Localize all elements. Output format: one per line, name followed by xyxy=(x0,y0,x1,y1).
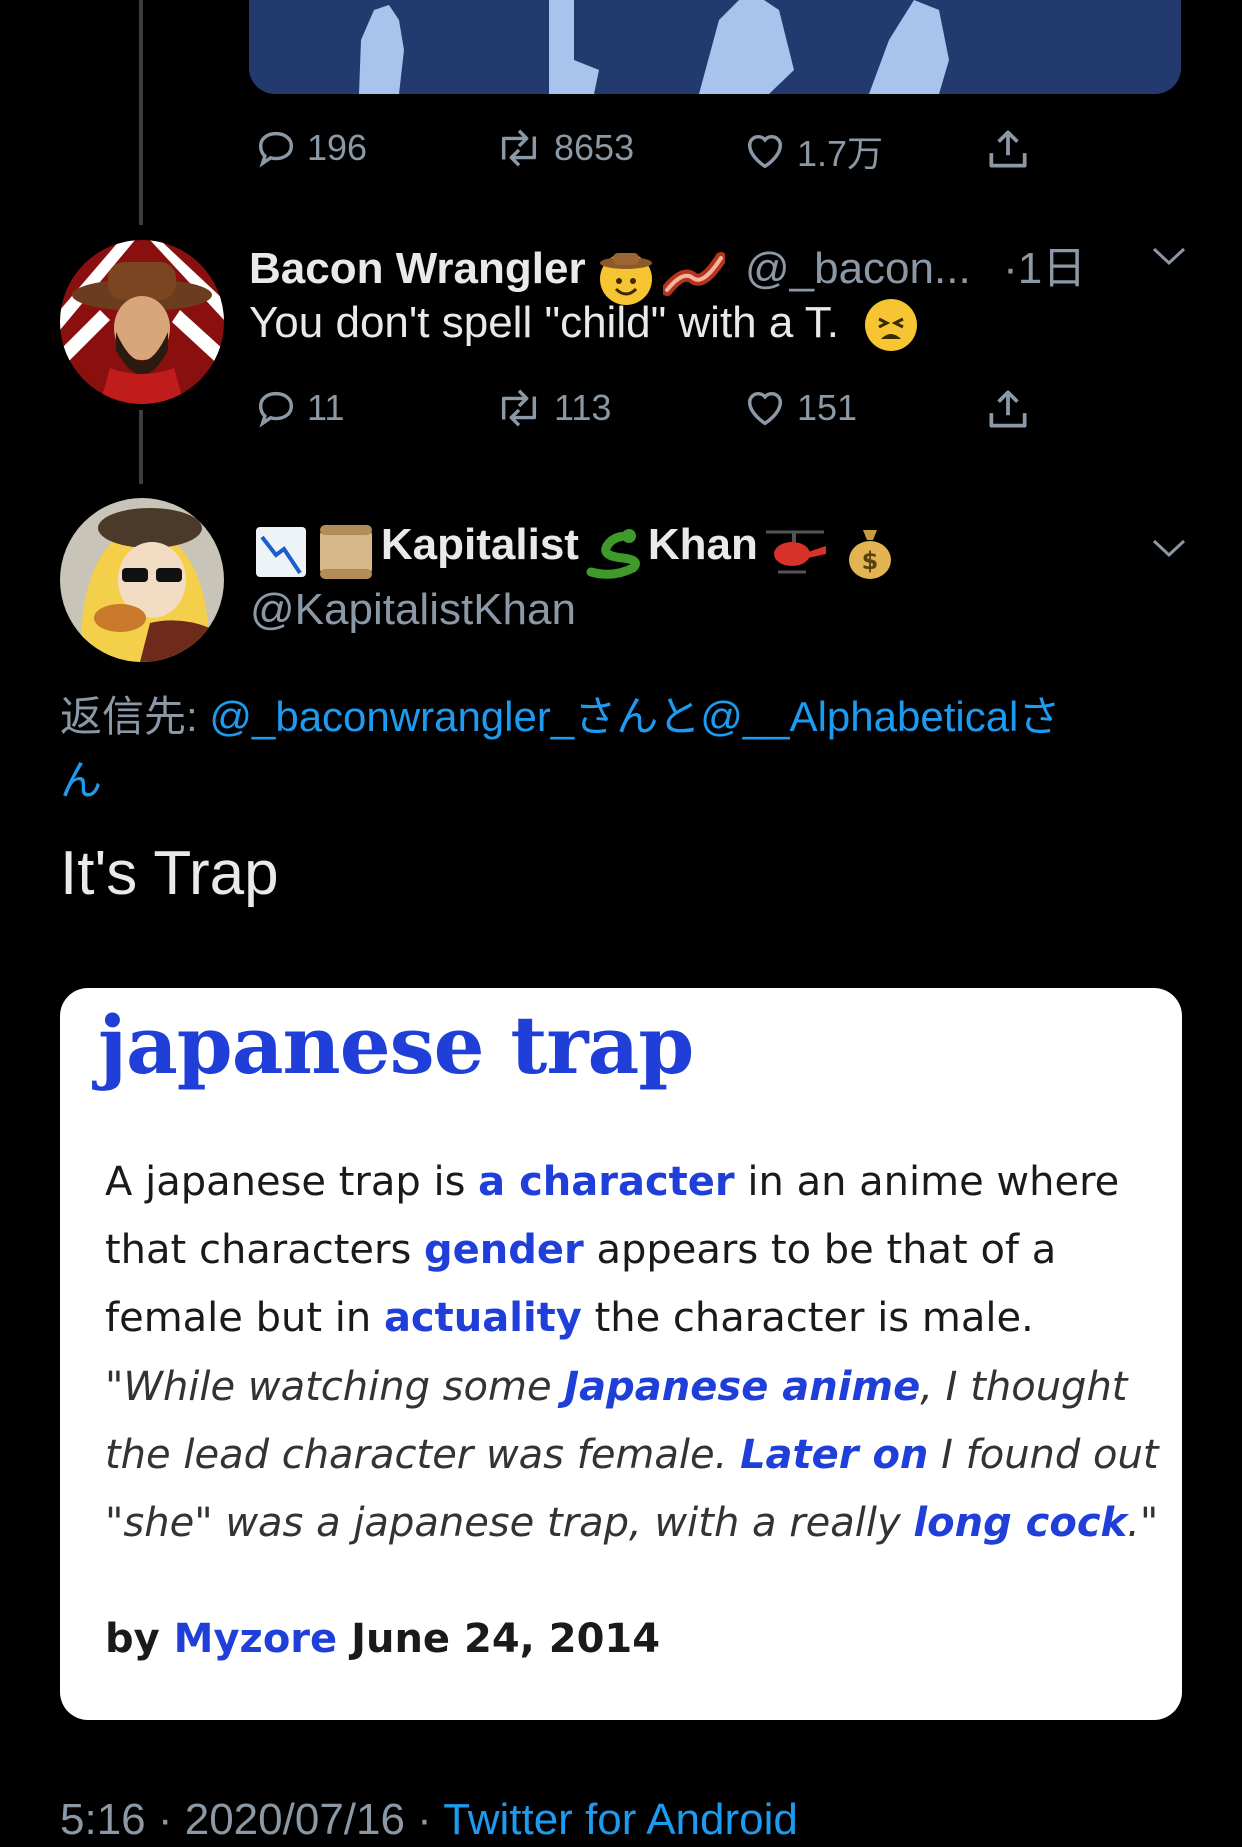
reply-icon xyxy=(258,131,294,168)
reply-reply-count: 11 xyxy=(307,387,345,428)
ud-definition: A japanese trap is a character in an ani… xyxy=(105,1148,1155,1352)
ud-ex-text-4: ." xyxy=(1127,1500,1159,1546)
previous-tweet-image[interactable] xyxy=(249,0,1181,94)
cowboy-emoji-icon xyxy=(600,252,653,305)
ud-example: "While watching some Japanese anime, I t… xyxy=(105,1353,1165,1557)
prev-retweet-button[interactable]: 8653 xyxy=(492,125,634,171)
reply-retweet-count: 113 xyxy=(554,387,612,428)
ud-author: Myzore xyxy=(173,1616,338,1662)
ud-byline: by Myzore June 24, 2014 xyxy=(105,1616,660,1662)
share-icon xyxy=(989,390,1027,428)
prev-like-button[interactable]: 1.7万 xyxy=(741,125,883,177)
helicopter-emoji-icon xyxy=(762,524,828,585)
main-name-row[interactable]: Kapitalist Khan $ xyxy=(254,520,895,586)
ud-by-label: by xyxy=(105,1616,160,1662)
prev-retweet-count: 8653 xyxy=(554,127,635,168)
reply-handle[interactable]: @_bacon... xyxy=(745,244,971,293)
reply-header: Bacon Wrangler @_bacon... ·1日 xyxy=(249,232,1086,307)
reply-like-button[interactable]: 151 xyxy=(741,385,857,431)
avatar-bacon-wrangler[interactable] xyxy=(60,240,224,404)
reply-to-label: 返信先: xyxy=(60,693,198,740)
ud-ex-text-1: "While watching some xyxy=(105,1364,565,1410)
ud-title: japanese trap xyxy=(98,998,694,1092)
chart-decreasing-icon xyxy=(254,525,308,584)
footer-timestamp[interactable]: 5:16 · 2020/07/16 · xyxy=(60,1795,443,1844)
tired-face-emoji-icon xyxy=(865,299,918,352)
prev-reply-count: 196 xyxy=(307,127,368,168)
retweet-icon xyxy=(501,129,537,167)
ud-def-link-2: gender xyxy=(424,1227,584,1273)
reply-to-line: 返信先: @_baconwrangler_さんと@__Alphabeticalさ… xyxy=(60,685,1180,813)
ud-def-link-3: actuality xyxy=(383,1295,582,1341)
reply-text: You don't spell "child" with a T. xyxy=(249,298,840,347)
reply-text-row: You don't spell "child" with a T. xyxy=(249,298,918,352)
reply-menu-button[interactable] xyxy=(1150,244,1188,273)
prev-share-button[interactable] xyxy=(983,124,1033,174)
reply-time[interactable]: ·1日 xyxy=(1003,244,1086,293)
main-tweet-text: It's Trap xyxy=(60,839,279,908)
prev-like-count: 1.7万 xyxy=(797,133,884,174)
scroll-icon xyxy=(316,523,376,586)
money-bag-icon: $ xyxy=(845,524,895,585)
snake-emoji-icon xyxy=(583,524,643,585)
reply-retweet-button[interactable]: 113 xyxy=(492,385,611,431)
prev-reply-button[interactable]: 196 xyxy=(253,125,367,171)
ud-ex-link-1: Japanese anime xyxy=(564,1364,921,1410)
reply-share-button[interactable] xyxy=(983,384,1033,434)
main-menu-button[interactable] xyxy=(1150,536,1188,565)
retweet-icon xyxy=(501,389,537,427)
reply-icon xyxy=(258,391,294,428)
ud-ex-link-3: long cock xyxy=(913,1500,1128,1546)
reply-to-mentions[interactable]: @_baconwrangler_さんと@__Alphabeticalさ xyxy=(209,693,1060,740)
svg-text:$: $ xyxy=(861,547,878,575)
urban-dictionary-card[interactable]: japanese trap A japanese trap is a chara… xyxy=(60,988,1182,1720)
reply-display-name[interactable]: Bacon Wrangler xyxy=(249,244,586,293)
main-name-part1: Kapitalist xyxy=(380,520,579,569)
footer-client[interactable]: Twitter for Android xyxy=(443,1795,798,1844)
avatar-kapitalist-khan[interactable] xyxy=(60,498,224,662)
reply-like-count: 151 xyxy=(797,387,858,428)
ud-ex-link-2: Later on xyxy=(740,1432,929,1478)
like-icon xyxy=(747,134,783,169)
ud-def-link-1: a character xyxy=(478,1159,735,1205)
tweet-footer: 5:16 · 2020/07/16 · Twitter for Android xyxy=(60,1795,798,1845)
thread-line-middle xyxy=(139,410,143,484)
reply-to-mentions-suffix[interactable]: ん xyxy=(60,757,102,804)
ud-date: June 24, 2014 xyxy=(351,1616,661,1662)
main-handle[interactable]: @KapitalistKhan xyxy=(250,585,576,635)
chevron-down-icon xyxy=(1152,247,1186,266)
share-icon xyxy=(989,130,1027,168)
like-icon xyxy=(747,391,783,426)
ud-def-text-4: the character is male. xyxy=(581,1295,1034,1341)
main-name-part2: Khan xyxy=(647,520,758,569)
chevron-down-icon xyxy=(1152,539,1186,558)
thread-line-top xyxy=(139,0,143,225)
reply-reply-button[interactable]: 11 xyxy=(253,385,344,431)
ud-def-text-1: A japanese trap is xyxy=(105,1159,479,1205)
